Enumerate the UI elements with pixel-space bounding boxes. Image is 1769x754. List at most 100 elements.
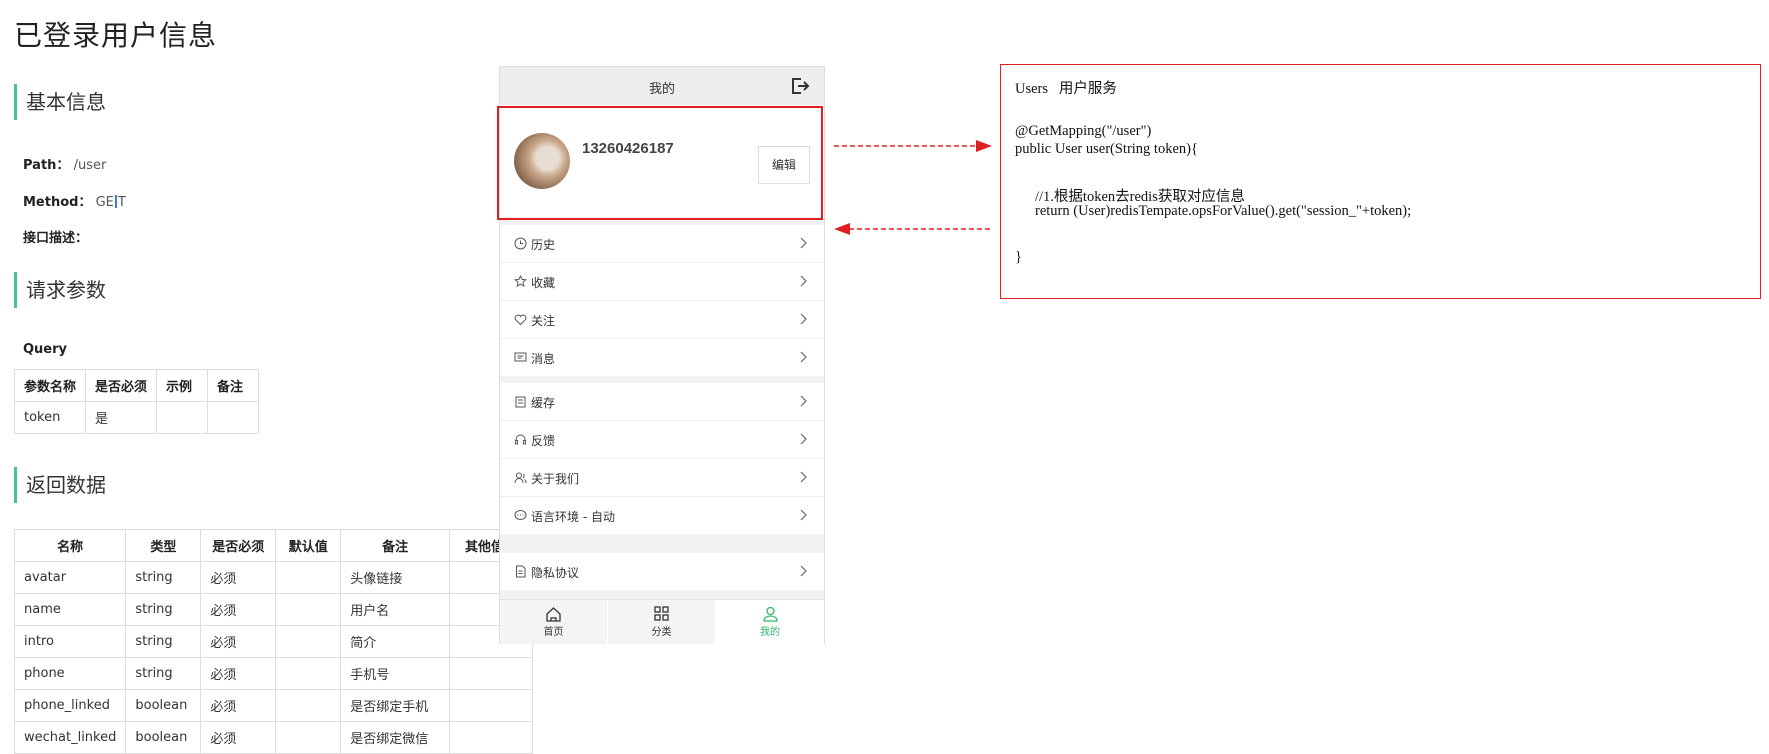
path-row: Path： /user bbox=[23, 154, 106, 173]
code-line: } bbox=[1015, 249, 1022, 265]
logout-icon[interactable] bbox=[790, 76, 810, 96]
table-cell: 是否绑定手机 bbox=[340, 689, 451, 722]
star-icon bbox=[514, 275, 527, 287]
table-cell: boolean bbox=[125, 689, 202, 722]
table-header: 名称 bbox=[13, 529, 127, 562]
table-header: 类型 bbox=[125, 529, 202, 562]
chevron-right-icon bbox=[800, 471, 807, 483]
menu-item-label: 缓存 bbox=[531, 396, 556, 410]
table-row: intro string 必须 简介 bbox=[13, 625, 533, 658]
table-cell bbox=[275, 561, 342, 594]
method-value: GE T bbox=[96, 195, 126, 210]
headset-icon bbox=[515, 434, 526, 445]
profile-highlight-box bbox=[497, 106, 823, 220]
menu-item-cache[interactable]: 缓存 bbox=[500, 383, 824, 421]
code-line: public User user(String token){ bbox=[1015, 141, 1198, 157]
table-header: 示例 bbox=[156, 369, 209, 402]
menu-item-messages[interactable]: 消息 bbox=[500, 339, 824, 376]
chevron-right-icon bbox=[800, 313, 807, 325]
chat-icon bbox=[514, 510, 527, 520]
table-cell bbox=[449, 689, 533, 722]
text-cursor bbox=[114, 195, 117, 208]
table-header-row: 参数名称 是否必须 示例 备注 bbox=[13, 369, 260, 402]
chevron-right-icon bbox=[800, 565, 807, 577]
menu-item-following[interactable]: 关注 bbox=[500, 301, 824, 339]
response-arrow bbox=[834, 223, 990, 235]
tab-mine[interactable]: 我的 bbox=[716, 600, 824, 644]
menu-group-3: 隐私协议 bbox=[500, 553, 824, 590]
page-title: 已登录用户信息 bbox=[14, 19, 218, 52]
table-cell: 必须 bbox=[200, 593, 277, 626]
table-row: token 是 bbox=[13, 401, 260, 434]
table-row: phone_linked boolean 必须 是否绑定手机 bbox=[13, 689, 533, 722]
tab-label: 首页 bbox=[543, 627, 564, 638]
table-cell: 简介 bbox=[340, 625, 451, 658]
table-cell: 必须 bbox=[200, 721, 277, 754]
table-cell: 必须 bbox=[200, 625, 277, 658]
table-cell bbox=[275, 625, 342, 658]
menu-item-label: 语言环境 - 自动 bbox=[531, 510, 615, 524]
table-header: 默认值 bbox=[275, 529, 342, 562]
menu-item-about[interactable]: 关于我们 bbox=[500, 459, 824, 497]
table-cell: 手机号 bbox=[340, 657, 451, 690]
tab-category[interactable]: 分类 bbox=[608, 600, 715, 644]
menu-item-history[interactable]: 历史 bbox=[500, 225, 824, 263]
tab-label: 分类 bbox=[651, 627, 672, 638]
table-cell: intro bbox=[13, 625, 127, 658]
phone-header: 我的 bbox=[500, 67, 824, 105]
menu-item-label: 收藏 bbox=[531, 276, 556, 290]
menu-item-privacy[interactable]: 隐私协议 bbox=[500, 553, 824, 590]
table-row: phone string 必须 手机号 bbox=[13, 657, 533, 690]
annotation-arrows bbox=[834, 140, 992, 235]
table-cell: boolean bbox=[125, 721, 202, 754]
table-cell bbox=[275, 593, 342, 626]
code-line: return (User)redisTempate.opsForValue().… bbox=[1035, 203, 1412, 219]
desc-row: 接口描述： bbox=[23, 227, 88, 246]
table-cell: avatar bbox=[13, 561, 127, 594]
table-row: avatar string 必须 头像链接 bbox=[13, 561, 533, 594]
response-table: 名称 类型 是否必须 默认值 备注 其他信息 avatar string 必须 头像链… bbox=[13, 529, 533, 754]
method-label: Method： bbox=[23, 195, 92, 210]
table-cell: phone_linked bbox=[13, 689, 127, 722]
home-icon bbox=[546, 607, 561, 622]
path-label: Path： bbox=[23, 158, 70, 173]
table-header: 参数名称 bbox=[13, 369, 87, 402]
menu-item-label: 历史 bbox=[531, 238, 556, 252]
code-title: Users 用户服务 bbox=[1015, 81, 1117, 97]
method-row: Method： GE T bbox=[23, 191, 126, 210]
code-annotation-box: Users 用户服务 @GetMapping("/user") public U… bbox=[1000, 64, 1761, 299]
menu-item-feedback[interactable]: 反馈 bbox=[500, 421, 824, 459]
chevron-right-icon bbox=[800, 275, 807, 287]
table-cell bbox=[156, 401, 209, 434]
menu-item-favorites[interactable]: 收藏 bbox=[500, 263, 824, 301]
table-cell bbox=[207, 401, 260, 434]
chevron-right-icon bbox=[800, 237, 807, 249]
document-icon bbox=[516, 565, 526, 578]
clock-icon bbox=[514, 237, 527, 250]
menu-item-label: 关注 bbox=[531, 314, 556, 328]
table-header-row: 名称 类型 是否必须 默认值 备注 其他信息 bbox=[13, 529, 533, 562]
heart-icon bbox=[514, 314, 527, 326]
section-basic-info: 基本信息 bbox=[14, 84, 106, 120]
table-cell bbox=[275, 689, 342, 722]
request-arrow bbox=[834, 140, 992, 152]
message-icon bbox=[514, 352, 527, 362]
tab-home[interactable]: 首页 bbox=[500, 600, 607, 644]
table-header: 备注 bbox=[340, 529, 451, 562]
table-cell: string bbox=[125, 657, 202, 690]
people-icon bbox=[514, 472, 527, 484]
chevron-right-icon bbox=[800, 433, 807, 445]
menu-item-language[interactable]: 语言环境 - 自动 bbox=[500, 497, 824, 534]
tab-label: 我的 bbox=[760, 627, 780, 638]
table-cell: 是否绑定微信 bbox=[340, 721, 451, 754]
section-response: 返回数据 bbox=[14, 467, 106, 503]
tab-bar: 首页 分类 我的 bbox=[500, 599, 824, 644]
table-cell: string bbox=[125, 625, 202, 658]
phone-title: 我的 bbox=[648, 82, 675, 97]
code-line: @GetMapping("/user") bbox=[1015, 123, 1152, 139]
table-cell: 头像链接 bbox=[340, 561, 451, 594]
table-header: 是否必须 bbox=[200, 529, 277, 562]
table-cell bbox=[449, 657, 533, 690]
table-cell: string bbox=[125, 561, 202, 594]
user-icon bbox=[762, 606, 778, 622]
